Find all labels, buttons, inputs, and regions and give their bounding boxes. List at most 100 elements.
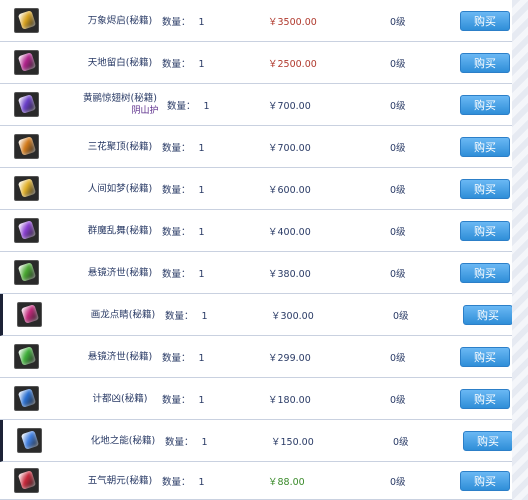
buy-button[interactable]: 购买: [460, 178, 510, 199]
scroll-book-icon[interactable]: [14, 217, 39, 243]
gem-icon: [17, 220, 36, 240]
quantity-label: 数量：: [162, 16, 191, 28]
item-quantity: 数量： 1: [167, 98, 210, 112]
scroll-book-icon[interactable]: [14, 343, 39, 369]
item-price: ￥180.00: [268, 394, 311, 406]
gem-icon: [17, 94, 36, 114]
buy-button[interactable]: 购买: [460, 262, 510, 283]
item-name-text: 天地留白(秘籍): [87, 57, 153, 68]
item-row: 黄鹂惊翅树(秘籍) 阴山护 数量： 1 ￥700.00 0级 购买: [0, 84, 512, 126]
item-level: 0级: [393, 310, 409, 322]
scroll-book-icon[interactable]: [14, 259, 39, 285]
buy-button[interactable]: 购买: [460, 94, 510, 115]
item-quantity: 数量： 1: [162, 182, 205, 196]
item-name: 化地之能(秘籍): [73, 434, 173, 447]
item-name-text: 化地之能(秘籍): [90, 435, 156, 446]
quantity-label: 数量：: [165, 310, 194, 322]
gem-icon: [17, 388, 36, 408]
item-price: ￥150.00: [271, 436, 314, 448]
item-name: 黄鹂惊翅树(秘籍) 阴山护: [70, 92, 170, 118]
item-price: ￥299.00: [268, 352, 311, 364]
item-quantity: 数量： 1: [162, 14, 205, 28]
item-note: 阴山护: [131, 105, 159, 116]
item-price: ￥300.00: [271, 310, 314, 322]
scroll-book-icon[interactable]: [14, 385, 39, 411]
item-row: 画龙点睛(秘籍) 数量： 1 ￥300.00 0级 购买: [0, 294, 513, 336]
item-name-text: 人间如梦(秘籍): [87, 183, 153, 194]
item-quantity: 数量： 1: [162, 56, 205, 70]
quantity-label: 数量：: [162, 394, 191, 406]
quantity-label: 数量：: [162, 58, 191, 70]
buy-button[interactable]: 购买: [463, 430, 513, 451]
item-name: 悬镜济世(秘籍): [70, 266, 170, 279]
item-quantity: 数量： 1: [165, 308, 208, 322]
item-list: 万象烬启(秘籍) 数量： 1 ￥3500.00 0级 购买 天地留白(秘籍) 数量： 1 ￥250…: [0, 0, 528, 500]
item-row: 三花聚顶(秘籍) 数量： 1 ￥700.00 0级 购买: [0, 126, 512, 168]
item-name-text: 万象烬启(秘籍): [87, 15, 153, 26]
item-level: 0级: [390, 352, 406, 364]
item-quantity: 数量： 1: [162, 474, 205, 488]
item-row: 群魔乱舞(秘籍) 数量： 1 ￥400.00 0级 购买: [0, 210, 512, 252]
quantity-value: 1: [198, 58, 205, 70]
item-row: 悬镜济世(秘籍) 数量： 1 ￥299.00 0级 购买: [0, 336, 512, 378]
item-row: 天地留白(秘籍) 数量： 1 ￥2500.00 0级 购买: [0, 42, 512, 84]
item-name: 悬镜济世(秘籍): [70, 350, 170, 363]
scroll-book-icon[interactable]: [14, 7, 39, 33]
item-name-text: 群魔乱舞(秘籍): [87, 225, 153, 236]
item-row: 万象烬启(秘籍) 数量： 1 ￥3500.00 0级 购买: [0, 0, 512, 42]
quantity-value: 1: [198, 142, 205, 154]
quantity-value: 1: [203, 100, 210, 112]
item-level: 0级: [393, 436, 409, 448]
item-level: 0级: [390, 268, 406, 280]
scroll-book-icon[interactable]: [14, 91, 39, 117]
quantity-label: 数量：: [162, 352, 191, 364]
quantity-value: 1: [198, 394, 205, 406]
item-quantity: 数量： 1: [162, 392, 205, 406]
buy-button[interactable]: 购买: [460, 470, 510, 491]
buy-button[interactable]: 购买: [463, 304, 513, 325]
item-price: ￥600.00: [268, 184, 311, 196]
gem-icon: [17, 178, 36, 198]
scroll-book-icon[interactable]: [14, 467, 39, 493]
item-name: 计都凶(秘籍): [70, 392, 170, 405]
item-name: 万象烬启(秘籍): [70, 14, 170, 27]
scroll-book-icon[interactable]: [14, 49, 39, 75]
buy-button[interactable]: 购买: [460, 388, 510, 409]
decorative-border: [512, 0, 528, 500]
item-name-text: 黄鹂惊翅树(秘籍): [83, 92, 157, 104]
scroll-book-icon[interactable]: [17, 427, 42, 453]
quantity-value: 1: [198, 226, 205, 238]
gem-icon: [17, 10, 36, 30]
buy-button[interactable]: 购买: [460, 220, 510, 241]
item-level: 0级: [390, 100, 406, 112]
item-row: 人间如梦(秘籍) 数量： 1 ￥600.00 0级 购买: [0, 168, 512, 210]
item-quantity: 数量： 1: [162, 350, 205, 364]
buy-button[interactable]: 购买: [460, 346, 510, 367]
quantity-label: 数量：: [162, 226, 191, 238]
quantity-value: 1: [198, 476, 205, 488]
item-level: 0级: [390, 58, 406, 70]
scroll-book-icon[interactable]: [14, 175, 39, 201]
item-price: ￥380.00: [268, 268, 311, 280]
item-level: 0级: [390, 476, 406, 488]
scroll-book-icon[interactable]: [14, 133, 39, 159]
gem-icon: [17, 136, 36, 156]
quantity-value: 1: [201, 436, 208, 448]
item-price: ￥700.00: [268, 100, 311, 112]
quantity-label: 数量：: [165, 436, 194, 448]
item-level: 0级: [390, 16, 406, 28]
item-price: ￥88.00: [268, 476, 305, 488]
item-name-text: 画龙点睛(秘籍): [90, 309, 156, 320]
buy-button[interactable]: 购买: [460, 52, 510, 73]
buy-button[interactable]: 购买: [460, 136, 510, 157]
item-price: ￥400.00: [268, 226, 311, 238]
buy-button[interactable]: 购买: [460, 10, 510, 31]
scroll-book-icon[interactable]: [17, 301, 42, 327]
item-level: 0级: [390, 226, 406, 238]
gem-icon: [17, 346, 36, 366]
quantity-label: 数量：: [162, 268, 191, 280]
gem-icon: [20, 304, 39, 324]
item-name: 群魔乱舞(秘籍): [70, 224, 170, 237]
item-name-text: 三花聚顶(秘籍): [87, 141, 153, 152]
item-row: 悬镜济世(秘籍) 数量： 1 ￥380.00 0级 购买: [0, 252, 512, 294]
